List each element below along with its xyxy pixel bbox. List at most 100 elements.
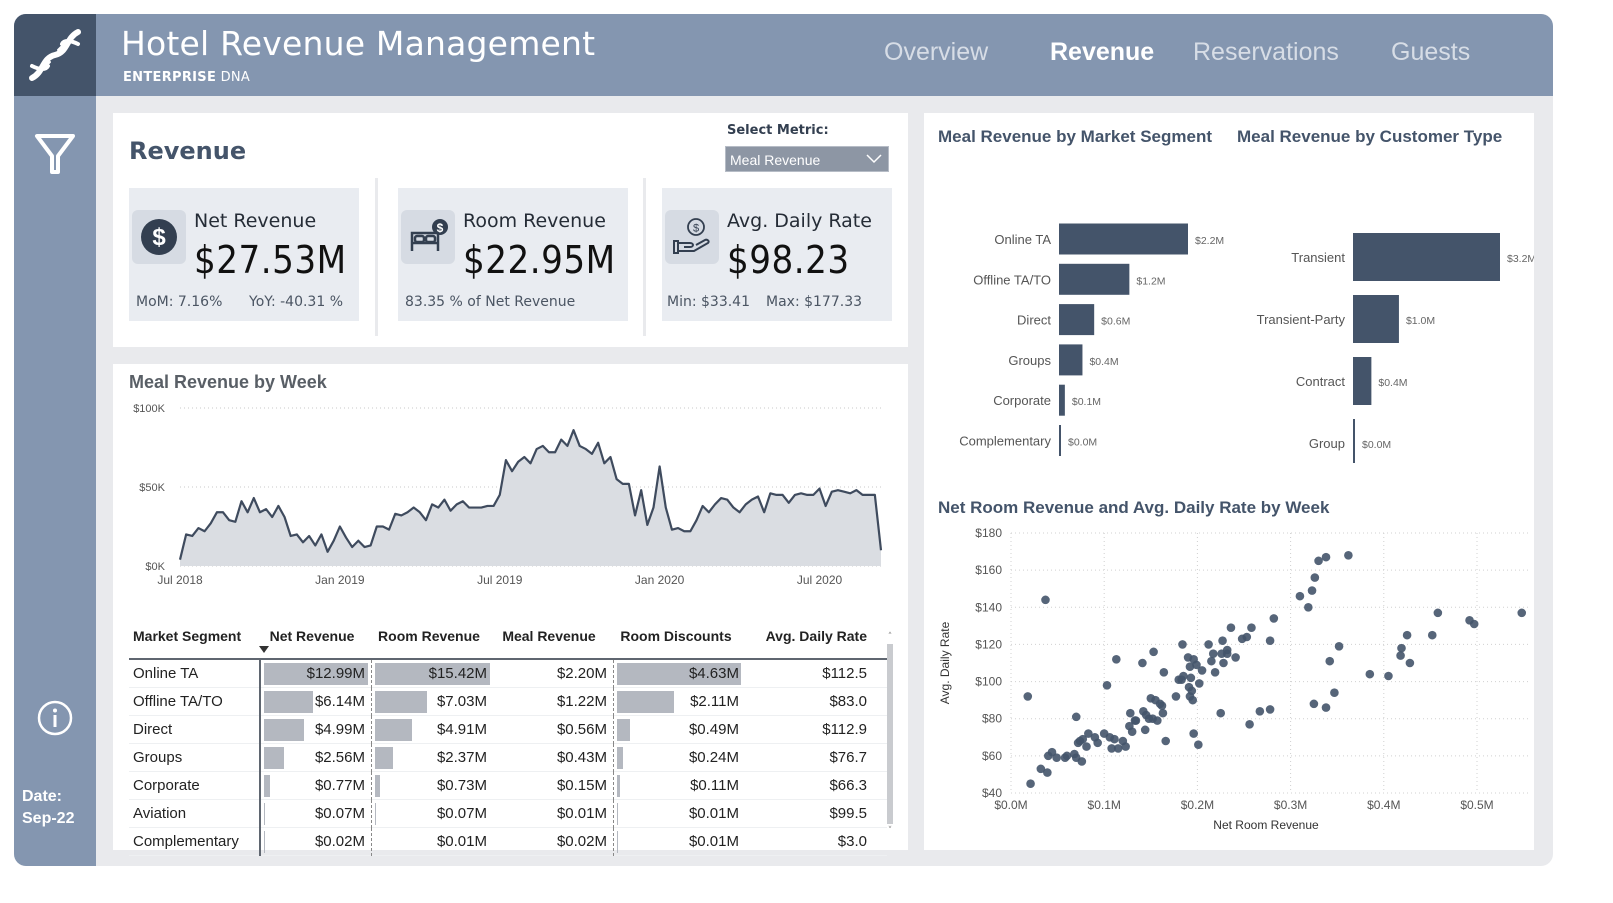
scatter-point[interactable] [1157, 701, 1167, 711]
scatter-point[interactable] [1433, 608, 1443, 618]
scatter-point[interactable] [1517, 608, 1527, 618]
scatter-point[interactable] [1321, 703, 1331, 712]
bar[interactable] [1353, 357, 1372, 405]
scatter-point[interactable] [1427, 630, 1437, 640]
scatter-point[interactable] [1265, 705, 1275, 714]
data-point[interactable] [299, 538, 307, 546]
scatter-point[interactable] [1110, 734, 1119, 744]
data-point[interactable] [606, 453, 614, 461]
data-point[interactable] [459, 497, 467, 505]
scatter-point[interactable] [1140, 725, 1150, 735]
scatter-point[interactable] [1158, 708, 1168, 718]
data-point[interactable] [354, 537, 362, 545]
scatter-point[interactable] [1405, 658, 1415, 668]
scatter-point[interactable] [1189, 729, 1198, 738]
scatter-point[interactable] [1344, 550, 1353, 560]
scatter-point[interactable] [1384, 671, 1393, 681]
scatter-point[interactable] [1330, 688, 1339, 698]
scatter-point[interactable] [1307, 586, 1317, 595]
data-point[interactable] [588, 450, 596, 458]
scatter-point[interactable] [1245, 719, 1254, 729]
scatter-point[interactable] [1469, 619, 1479, 629]
data-point[interactable] [231, 518, 239, 526]
scatter-point[interactable] [1194, 679, 1204, 688]
scatter-point[interactable] [1131, 716, 1141, 725]
scatter-point[interactable] [1113, 744, 1123, 753]
table-row[interactable]: Online TA $12.99M $15.42M $2.20M $4.63M $112.… [129, 659, 887, 688]
scatter-point[interactable] [1071, 712, 1081, 722]
scatter-point[interactable] [1023, 692, 1033, 701]
scatter-point[interactable] [1138, 658, 1147, 668]
scatter-point[interactable] [1397, 643, 1406, 653]
scatter-point[interactable] [1247, 623, 1256, 633]
scatter-point[interactable] [1226, 623, 1236, 633]
scatter-point[interactable] [1310, 573, 1320, 582]
col-market-segment[interactable]: Market Segment [129, 628, 259, 644]
bar[interactable] [1059, 223, 1188, 255]
scatter-point[interactable] [1188, 695, 1198, 705]
scatter-point[interactable] [1210, 667, 1220, 677]
scatter-point[interactable] [1159, 667, 1169, 677]
scatter-point[interactable] [1112, 654, 1121, 664]
scroll-thumb[interactable] [887, 644, 893, 824]
scatter-point[interactable] [1161, 736, 1171, 746]
data-point[interactable] [317, 530, 325, 538]
scatter-point[interactable] [1304, 602, 1313, 612]
data-point[interactable] [736, 508, 744, 516]
data-point[interactable] [809, 491, 817, 499]
data-point[interactable] [631, 511, 639, 519]
bar[interactable] [1353, 419, 1355, 463]
data-point[interactable] [367, 541, 375, 549]
scatter-point[interactable] [1321, 552, 1331, 562]
bar[interactable] [1059, 425, 1061, 456]
data-point[interactable] [262, 505, 270, 513]
tab-reservations[interactable]: Reservations [1193, 38, 1339, 67]
bar[interactable] [1059, 263, 1130, 295]
data-point[interactable] [785, 499, 793, 507]
scatter-point[interactable] [1216, 708, 1225, 718]
data-point[interactable] [305, 532, 313, 540]
data-point[interactable] [539, 442, 547, 450]
data-point[interactable] [447, 507, 455, 515]
scatter-point[interactable] [1402, 630, 1412, 640]
scatter-point[interactable] [1171, 692, 1181, 701]
data-point[interactable] [274, 502, 282, 510]
data-point[interactable] [416, 508, 424, 516]
scatter-point[interactable] [1204, 640, 1213, 649]
data-point[interactable] [311, 541, 319, 549]
data-point[interactable] [686, 527, 694, 535]
scatter-point[interactable] [1219, 658, 1228, 668]
data-point[interactable] [422, 516, 430, 524]
table-row[interactable]: Direct $4.99M $4.91M $0.56M $0.49M $112.9 [129, 715, 887, 744]
scatter-point[interactable] [1178, 640, 1187, 649]
col-room-discounts[interactable]: Room Discounts [613, 628, 743, 644]
table-row[interactable]: Groups $2.56M $2.37M $0.43M $0.24M $76.7 [129, 743, 887, 772]
data-point[interactable] [705, 508, 713, 516]
scatter-point[interactable] [1309, 699, 1319, 709]
col-net-revenue[interactable]: Net Revenue [259, 628, 371, 644]
data-point[interactable] [625, 480, 633, 488]
data-point[interactable] [293, 530, 301, 538]
scatter-point[interactable] [1218, 636, 1227, 646]
data-point[interactable] [649, 504, 657, 512]
data-point[interactable] [760, 508, 768, 516]
scroll-down-icon[interactable]: ˅ [885, 826, 895, 836]
data-point[interactable] [779, 491, 787, 499]
metric-dropdown[interactable]: Meal Revenue [725, 146, 889, 172]
scatter-point[interactable] [1186, 673, 1196, 683]
scatter-point[interactable] [1153, 716, 1162, 725]
data-point[interactable] [496, 491, 504, 499]
data-point[interactable] [754, 492, 762, 500]
logo[interactable] [14, 14, 96, 96]
scatter-point[interactable] [1043, 768, 1052, 777]
scatter-point[interactable] [1207, 656, 1216, 666]
data-point[interactable] [527, 459, 535, 467]
data-point[interactable] [490, 502, 498, 510]
scatter-point[interactable] [1269, 614, 1279, 623]
scatter-point[interactable] [1127, 727, 1137, 737]
scatter-point[interactable] [1194, 740, 1203, 750]
scatter-point[interactable] [1121, 742, 1130, 751]
data-point[interactable] [250, 494, 258, 502]
data-point[interactable] [822, 502, 830, 510]
scatter-point[interactable] [1208, 649, 1218, 659]
